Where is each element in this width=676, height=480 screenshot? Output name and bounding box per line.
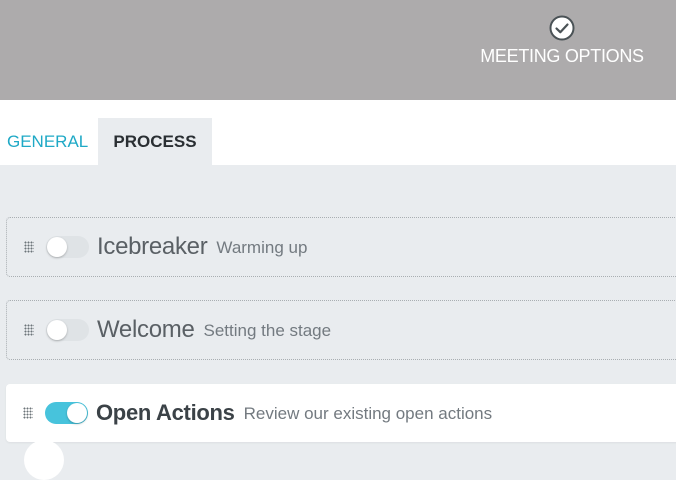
tab-general[interactable]: GENERAL	[0, 118, 98, 165]
drag-handle-icon[interactable]	[24, 324, 34, 336]
add-stage-button[interactable]	[24, 440, 64, 480]
header-bar: MEETING OPTIONS	[0, 0, 676, 100]
toggle-knob	[67, 403, 87, 423]
tab-bar: GENERAL PROCESS	[0, 100, 676, 165]
meeting-options-button[interactable]: MEETING OPTIONS	[472, 14, 652, 74]
stage-title: Icebreaker	[97, 233, 208, 260]
stage-toggle-open-actions[interactable]	[45, 402, 88, 424]
stage-row-open-actions[interactable]: Open Actions Review our existing open ac…	[6, 384, 676, 442]
stage-description: Setting the stage	[203, 321, 332, 340]
check-circle-icon	[549, 15, 575, 41]
tab-process[interactable]: PROCESS	[98, 118, 212, 165]
stage-row-icebreaker[interactable]: Icebreaker Warming up	[6, 217, 676, 277]
meeting-options-label: MEETING OPTIONS	[480, 46, 644, 66]
stage-description: Warming up	[216, 238, 308, 257]
stage-toggle-welcome[interactable]	[46, 319, 89, 341]
stage-row-welcome[interactable]: Welcome Setting the stage	[6, 300, 676, 360]
drag-handle-icon[interactable]	[24, 241, 34, 253]
stage-title: Welcome	[97, 316, 195, 343]
toggle-knob	[47, 320, 67, 340]
stage-title: Open Actions	[96, 400, 235, 425]
stage-toggle-icebreaker[interactable]	[46, 236, 89, 258]
drag-handle-icon[interactable]	[23, 407, 33, 419]
stage-description: Review our existing open actions	[243, 404, 493, 423]
toggle-knob	[47, 237, 67, 257]
